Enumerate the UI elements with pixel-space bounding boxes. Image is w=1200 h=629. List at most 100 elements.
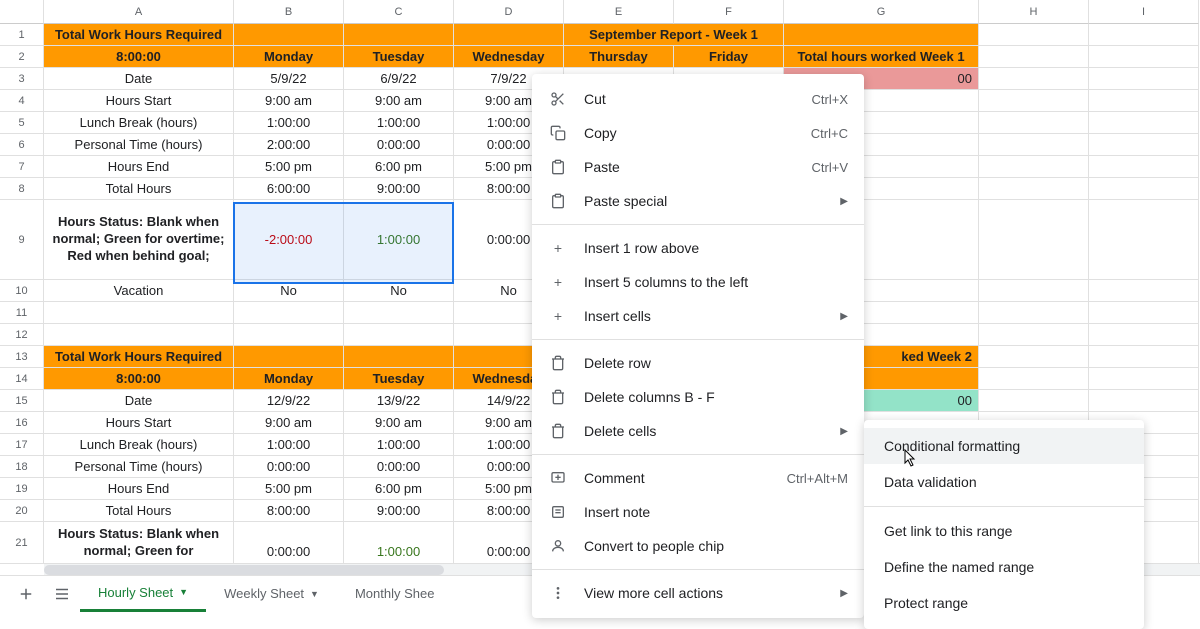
cell-b19[interactable]: 5:00 pm: [234, 478, 344, 500]
cell-h4[interactable]: [979, 90, 1089, 112]
menu-cut[interactable]: Cut Ctrl+X: [532, 82, 864, 116]
cell-a13[interactable]: Total Work Hours Required: [44, 346, 234, 368]
cell-h12[interactable]: [979, 324, 1089, 346]
col-header-i[interactable]: I: [1089, 0, 1199, 24]
cell-h9[interactable]: [979, 200, 1089, 280]
cell-a17[interactable]: Lunch Break (hours): [44, 434, 234, 456]
cell-b16[interactable]: 9:00 am: [234, 412, 344, 434]
cell-a21[interactable]: Hours Status: Blank when normal; Green f…: [44, 522, 234, 564]
cell-f2[interactable]: Friday: [674, 46, 784, 68]
cell-c10[interactable]: No: [344, 280, 454, 302]
cell-c6[interactable]: 0:00:00: [344, 134, 454, 156]
cell-i11[interactable]: [1089, 302, 1199, 324]
cell-a12[interactable]: [44, 324, 234, 346]
submenu-data-validation[interactable]: Data validation: [864, 464, 1144, 500]
cell-i2[interactable]: [1089, 46, 1199, 68]
sheet-tab-hourly[interactable]: Hourly Sheet ▼: [80, 576, 206, 612]
col-header-g[interactable]: G: [784, 0, 979, 24]
sheet-tab-monthly[interactable]: Monthly Shee: [337, 576, 453, 612]
cell-c8[interactable]: 9:00:00: [344, 178, 454, 200]
sheet-tab-weekly[interactable]: Weekly Sheet ▼: [206, 576, 337, 612]
cell-b10[interactable]: No: [234, 280, 344, 302]
cell-b11[interactable]: [234, 302, 344, 324]
submenu-conditional-formatting[interactable]: Conditional formatting: [864, 428, 1144, 464]
cell-c15[interactable]: 13/9/22: [344, 390, 454, 412]
col-header-f[interactable]: F: [674, 0, 784, 24]
submenu-named-range[interactable]: Define the named range: [864, 549, 1144, 585]
cell-i13[interactable]: [1089, 346, 1199, 368]
cell-g2[interactable]: Total hours worked Week 1: [784, 46, 979, 68]
cell-b20[interactable]: 8:00:00: [234, 500, 344, 522]
cell-a7[interactable]: Hours End: [44, 156, 234, 178]
row-header-4[interactable]: 4: [0, 90, 44, 112]
cell-i15[interactable]: [1089, 390, 1199, 412]
menu-insert-cells[interactable]: + Insert cells ▶: [532, 299, 864, 333]
cell-c7[interactable]: 6:00 pm: [344, 156, 454, 178]
cell-b8[interactable]: 6:00:00: [234, 178, 344, 200]
cell-i10[interactable]: [1089, 280, 1199, 302]
cell-a9[interactable]: Hours Status: Blank when normal; Green f…: [44, 200, 234, 280]
cell-i8[interactable]: [1089, 178, 1199, 200]
cell-c20[interactable]: 9:00:00: [344, 500, 454, 522]
cell-h7[interactable]: [979, 156, 1089, 178]
cell-e1[interactable]: September Report - Week 1: [564, 24, 784, 46]
menu-paste-special[interactable]: Paste special ▶: [532, 184, 864, 218]
cell-c18[interactable]: 0:00:00: [344, 456, 454, 478]
cell-b21[interactable]: 0:00:00: [234, 522, 344, 564]
cell-i9[interactable]: [1089, 200, 1199, 280]
col-header-e[interactable]: E: [564, 0, 674, 24]
cell-c3[interactable]: 6/9/22: [344, 68, 454, 90]
cell-c9[interactable]: 1:00:00: [344, 200, 454, 280]
cell-h15[interactable]: [979, 390, 1089, 412]
cell-c4[interactable]: 9:00 am: [344, 90, 454, 112]
cell-i12[interactable]: [1089, 324, 1199, 346]
cell-b15[interactable]: 12/9/22: [234, 390, 344, 412]
row-header-21[interactable]: 21: [0, 522, 44, 564]
cell-b14[interactable]: Monday: [234, 368, 344, 390]
cell-b13[interactable]: [234, 346, 344, 368]
row-header-10[interactable]: 10: [0, 280, 44, 302]
cell-i5[interactable]: [1089, 112, 1199, 134]
row-header-12[interactable]: 12: [0, 324, 44, 346]
cell-a18[interactable]: Personal Time (hours): [44, 456, 234, 478]
col-header-d[interactable]: D: [454, 0, 564, 24]
cell-h5[interactable]: [979, 112, 1089, 134]
cell-a2[interactable]: 8:00:00: [44, 46, 234, 68]
cell-b3[interactable]: 5/9/22: [234, 68, 344, 90]
col-header-b[interactable]: B: [234, 0, 344, 24]
cell-b5[interactable]: 1:00:00: [234, 112, 344, 134]
row-header-5[interactable]: 5: [0, 112, 44, 134]
row-header-9[interactable]: 9: [0, 200, 44, 280]
menu-people-chip[interactable]: Convert to people chip: [532, 529, 864, 563]
cell-b6[interactable]: 2:00:00: [234, 134, 344, 156]
row-header-17[interactable]: 17: [0, 434, 44, 456]
cell-h8[interactable]: [979, 178, 1089, 200]
cell-b2[interactable]: Monday: [234, 46, 344, 68]
col-header-a[interactable]: A: [44, 0, 234, 24]
row-header-6[interactable]: 6: [0, 134, 44, 156]
menu-delete-cells[interactable]: Delete cells ▶: [532, 414, 864, 448]
cell-c2[interactable]: Tuesday: [344, 46, 454, 68]
add-sheet-button[interactable]: [8, 576, 44, 612]
cell-b17[interactable]: 1:00:00: [234, 434, 344, 456]
cell-a10[interactable]: Vacation: [44, 280, 234, 302]
scrollbar-thumb[interactable]: [44, 565, 444, 575]
cell-b7[interactable]: 5:00 pm: [234, 156, 344, 178]
cell-b12[interactable]: [234, 324, 344, 346]
row-header-16[interactable]: 16: [0, 412, 44, 434]
cell-i4[interactable]: [1089, 90, 1199, 112]
cell-a8[interactable]: Total Hours: [44, 178, 234, 200]
row-header-1[interactable]: 1: [0, 24, 44, 46]
cell-d2[interactable]: Wednesday: [454, 46, 564, 68]
cell-i6[interactable]: [1089, 134, 1199, 156]
row-header-11[interactable]: 11: [0, 302, 44, 324]
cell-c11[interactable]: [344, 302, 454, 324]
cell-b9[interactable]: -2:00:00: [234, 200, 344, 280]
row-header-20[interactable]: 20: [0, 500, 44, 522]
cell-a11[interactable]: [44, 302, 234, 324]
cell-c19[interactable]: 6:00 pm: [344, 478, 454, 500]
cell-i3[interactable]: [1089, 68, 1199, 90]
cell-g1[interactable]: [784, 24, 979, 46]
cell-c14[interactable]: Tuesday: [344, 368, 454, 390]
cell-c13[interactable]: [344, 346, 454, 368]
